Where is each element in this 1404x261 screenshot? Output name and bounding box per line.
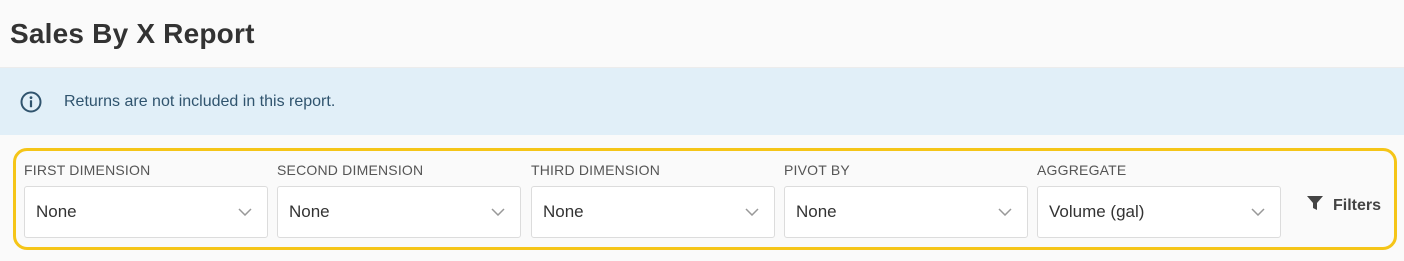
- page-title: Sales By X Report: [10, 17, 255, 49]
- funnel-icon: [1306, 195, 1324, 216]
- info-banner-message: Returns are not included in this report.: [64, 92, 336, 110]
- chevron-down-icon: [744, 204, 760, 220]
- page-header: Sales By X Report: [0, 0, 1404, 68]
- first-dimension-field: FIRST DIMENSION None: [24, 159, 268, 238]
- first-dimension-value: None: [36, 202, 77, 221]
- aggregate-field: AGGREGATE Volume (gal): [1037, 159, 1281, 238]
- first-dimension-label: FIRST DIMENSION: [24, 162, 151, 178]
- chevron-down-icon: [997, 204, 1013, 220]
- info-banner: Returns are not included in this report.: [0, 68, 1404, 135]
- pivot-by-value: None: [796, 202, 837, 221]
- info-circle-icon: [20, 91, 42, 113]
- second-dimension-field: SECOND DIMENSION None: [277, 159, 521, 238]
- second-dimension-select[interactable]: None: [277, 186, 521, 238]
- second-dimension-label: SECOND DIMENSION: [277, 162, 424, 178]
- chevron-down-icon: [490, 204, 506, 220]
- filters-button[interactable]: Filters: [1306, 195, 1381, 216]
- second-dimension-value: None: [289, 202, 330, 221]
- pivot-by-select[interactable]: None: [784, 186, 1028, 238]
- chevron-down-icon: [1250, 204, 1266, 220]
- aggregate-label: AGGREGATE: [1037, 162, 1127, 178]
- pivot-by-label: PIVOT BY: [784, 162, 850, 178]
- pivot-by-field: PIVOT BY None: [784, 159, 1028, 238]
- aggregate-select[interactable]: Volume (gal): [1037, 186, 1281, 238]
- report-options-panel: FIRST DIMENSION None SECOND DIMENSION No…: [13, 148, 1397, 250]
- filters-button-label: Filters: [1333, 196, 1382, 214]
- chevron-down-icon: [237, 204, 253, 220]
- first-dimension-select[interactable]: None: [24, 186, 268, 238]
- third-dimension-select[interactable]: None: [531, 186, 775, 238]
- third-dimension-field: THIRD DIMENSION None: [531, 159, 775, 238]
- third-dimension-label: THIRD DIMENSION: [531, 162, 660, 178]
- aggregate-value: Volume (gal): [1049, 202, 1145, 221]
- third-dimension-value: None: [543, 202, 584, 221]
